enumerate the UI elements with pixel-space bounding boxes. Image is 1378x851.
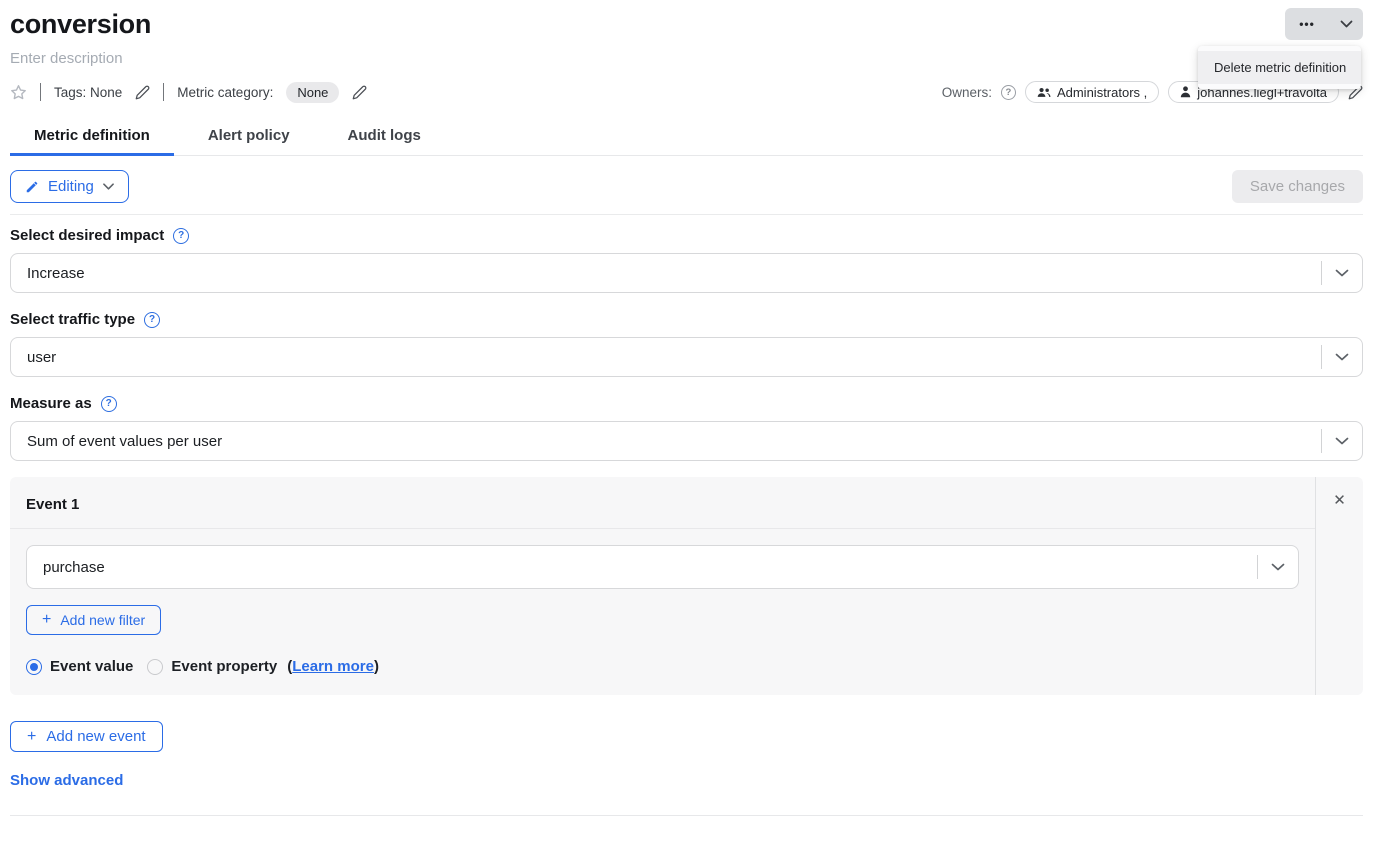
add-filter-label: Add new filter (60, 612, 145, 628)
tab-bar: Metric definition Alert policy Audit log… (10, 127, 1363, 156)
chevron-down-icon (1322, 269, 1362, 277)
show-advanced-link[interactable]: Show advanced (10, 772, 1363, 789)
paren-close: ) (374, 658, 379, 675)
ellipsis-icon: ••• (1299, 17, 1315, 31)
plus-icon: + (42, 612, 51, 628)
traffic-help-icon[interactable]: ? (144, 312, 160, 328)
favorite-star-icon[interactable] (10, 84, 27, 101)
owners-label: Owners: (942, 85, 992, 100)
add-event-label: Add new event (46, 728, 145, 745)
meta-divider (163, 83, 164, 101)
measure-label-text: Measure as (10, 395, 92, 412)
impact-select[interactable]: Increase (10, 253, 1363, 293)
impact-field-label: Select desired impact ? (10, 227, 1363, 244)
metric-category-badge: None (286, 82, 339, 103)
meta-left: Tags: None Metric category: None (10, 82, 367, 103)
tab-alert-policy[interactable]: Alert policy (184, 127, 314, 155)
edit-category-pencil-icon[interactable] (352, 85, 367, 100)
edit-tags-pencil-icon[interactable] (135, 85, 150, 100)
pencil-icon (25, 180, 39, 194)
measure-select-value: Sum of event values per user (11, 433, 1321, 450)
traffic-select[interactable]: user (10, 337, 1363, 377)
event-card-body: purchase + Add new filter Event value Ev… (10, 529, 1315, 691)
header: conversion ••• Delete metric definition (10, 0, 1363, 40)
header-actions: ••• Delete metric definition (1285, 8, 1363, 40)
chevron-down-icon (1322, 353, 1362, 361)
traffic-label-text: Select traffic type (10, 311, 135, 328)
actions-dropdown-button[interactable] (1329, 8, 1363, 40)
event-property-radio-label[interactable]: Event property (171, 658, 277, 675)
learn-more-link[interactable]: Learn more (292, 658, 374, 675)
event-card: Event 1 purchase + Add new filter Event … (10, 477, 1363, 695)
section-divider (10, 214, 1363, 215)
meta-divider (40, 83, 41, 101)
tab-audit-logs[interactable]: Audit logs (324, 127, 445, 155)
event-property-radio[interactable] (147, 659, 163, 675)
event-card-main: Event 1 purchase + Add new filter Event … (10, 477, 1315, 695)
learn-more-wrap: (Learn more) (287, 658, 379, 675)
actions-menu: Delete metric definition (1198, 46, 1361, 89)
event-card-title: Event 1 (10, 477, 1315, 529)
event-name-select[interactable]: purchase (26, 545, 1299, 589)
impact-label-text: Select desired impact (10, 227, 164, 244)
event-card-side: ✕ (1315, 477, 1363, 695)
toolbar: Editing Save changes (10, 170, 1363, 203)
impact-help-icon[interactable]: ? (173, 228, 189, 244)
chevron-down-icon (1322, 437, 1362, 445)
menu-item-delete-metric[interactable]: Delete metric definition (1198, 51, 1361, 84)
save-changes-button[interactable]: Save changes (1232, 170, 1363, 203)
remove-event-close-icon[interactable]: ✕ (1333, 493, 1346, 508)
event-value-radio[interactable] (26, 659, 42, 675)
bottom-divider (10, 815, 1363, 816)
add-new-filter-button[interactable]: + Add new filter (26, 605, 161, 635)
traffic-field-label: Select traffic type ? (10, 311, 1363, 328)
description-placeholder[interactable]: Enter description (10, 50, 1363, 67)
chevron-down-icon (1340, 20, 1353, 28)
page-title: conversion (10, 8, 151, 40)
metric-category-label: Metric category: (177, 85, 273, 100)
more-actions-button[interactable]: ••• (1285, 8, 1329, 40)
measurement-radio-row: Event value Event property (Learn more) (26, 658, 1299, 675)
owner-group-pill: Administrators , (1025, 81, 1159, 103)
chevron-down-icon (1258, 563, 1298, 571)
event-value-radio-label[interactable]: Event value (50, 658, 133, 675)
plus-icon: + (27, 729, 36, 745)
tags-label: Tags: None (54, 85, 122, 100)
tab-metric-definition[interactable]: Metric definition (10, 127, 174, 155)
chevron-down-icon (103, 183, 114, 190)
measure-field-label: Measure as ? (10, 395, 1363, 412)
event-name-value: purchase (27, 559, 1257, 576)
more-actions-group: ••• (1285, 8, 1363, 40)
group-icon (1037, 87, 1051, 98)
metric-page: conversion ••• Delete metric definition … (0, 0, 1378, 851)
impact-select-value: Increase (11, 265, 1321, 282)
meta-row: Tags: None Metric category: None Owners:… (10, 81, 1363, 103)
person-icon (1180, 86, 1191, 98)
editing-mode-button[interactable]: Editing (10, 170, 129, 203)
measure-select[interactable]: Sum of event values per user (10, 421, 1363, 461)
measure-help-icon[interactable]: ? (101, 396, 117, 412)
traffic-select-value: user (11, 349, 1321, 366)
owners-help-icon[interactable]: ? (1001, 85, 1016, 100)
add-new-event-button[interactable]: + Add new event (10, 721, 163, 752)
owner-group-name: Administrators , (1057, 85, 1147, 100)
editing-label: Editing (48, 178, 94, 195)
